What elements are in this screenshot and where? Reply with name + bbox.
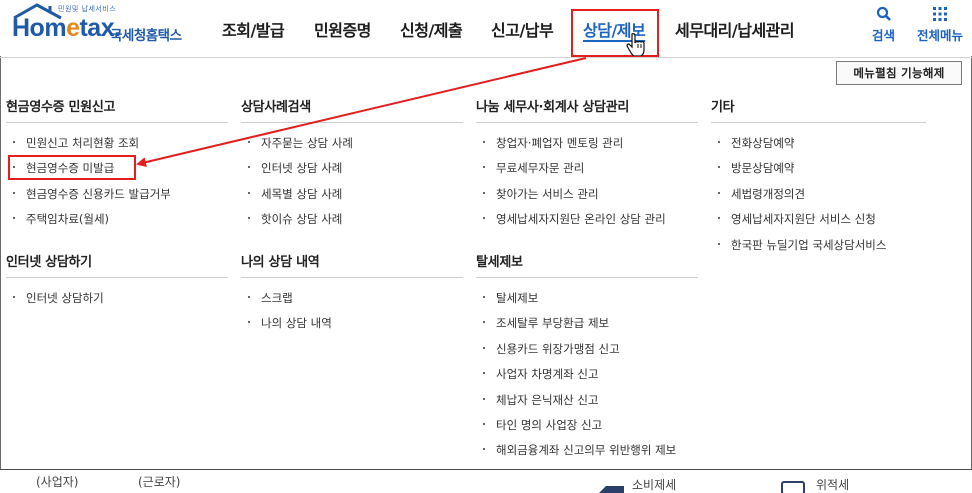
section-title: 인터넷 상담하기 <box>6 251 228 278</box>
underlying-page-strip: (사업자) (근로자) 소비제세 위적세 <box>0 469 972 493</box>
hand-cursor-icon <box>626 33 645 56</box>
nav-item-tax-agent[interactable]: 세무대리/납세관리 <box>675 17 795 41</box>
menu-item-internet-consult[interactable]: 인터넷 상담하기 <box>6 290 228 315</box>
strip-text: 소비제세 <box>632 478 677 492</box>
menu-item-scrap[interactable]: 스크랩 <box>241 290 463 315</box>
menu-section-etc: 기타 전화상담예약 방문상담예약 세법령개정의견 영세납세자지원단 서비스 신청… <box>711 96 926 262</box>
grid-menu-icon <box>933 7 947 21</box>
menu-item-new-deal-consult[interactable]: 한국판 뉴딜기업 국세상담서비스 <box>711 237 926 262</box>
nav-item-inquiry[interactable]: 조회/발급 <box>222 17 285 41</box>
nav-item-application[interactable]: 신청/제출 <box>400 17 463 41</box>
header-divider <box>0 57 972 58</box>
menu-item-online-consult-mgmt[interactable]: 영세납세자지원단 온라인 상담 관리 <box>476 211 698 236</box>
menu-item-hidden-assets[interactable]: 체납자 은닉재산 신고 <box>476 392 698 417</box>
document-icon <box>599 486 624 493</box>
menu-item-phone-reservation[interactable]: 전화상담예약 <box>711 135 926 160</box>
strip-text: 위적세 <box>816 478 850 492</box>
menu-item-visiting-service[interactable]: 찾아가는 서비스 관리 <box>476 186 698 211</box>
hometax-logo[interactable]: 민원및 납세서비스 Hometax. 국세청홈택스 <box>6 2 196 50</box>
menu-item-visit-reservation[interactable]: 방문상담예약 <box>711 160 926 185</box>
logo-service-name: 국세청홈택스 <box>110 28 182 44</box>
logo-tagline: 민원및 납세서비스 <box>58 5 117 13</box>
strip-text: (근로자) <box>138 475 181 489</box>
menu-item-startup-mentoring[interactable]: 창업자·폐업자 멘토링 관리 <box>476 135 698 160</box>
nav-item-filing[interactable]: 신고/납부 <box>491 17 554 41</box>
logo-brand: Hometax. <box>12 14 121 42</box>
menu-collapse-toggle-button[interactable]: 메뉴펼침 기능해제 <box>836 61 962 85</box>
menu-item-hot-issue-cases[interactable]: 핫이슈 상담 사례 <box>241 211 463 236</box>
menu-section-case-search: 상담사례검색 자주묻는 상담 사례 인터넷 상담 사례 세목별 상담 사례 핫이… <box>241 96 463 237</box>
section-title: 상담사례검색 <box>241 96 463 123</box>
menu-section-sharing-advisor: 나눔 세무사·회계사 상담관리 창업자·폐업자 멘토링 관리 무료세무자문 관리… <box>476 96 698 237</box>
section-title: 현금영수증 민원신고 <box>6 96 228 123</box>
menu-item-fake-card-merchant[interactable]: 신용카드 위장가맹점 신고 <box>476 341 698 366</box>
menu-item-internet-cases[interactable]: 인터넷 상담 사례 <box>241 160 463 185</box>
all-menu-button[interactable]: 전체메뉴 <box>917 6 963 44</box>
header: 민원및 납세서비스 Hometax. 국세청홈택스 조회/발급 민원증명 신청/… <box>0 0 972 57</box>
menu-item-free-tax-advice[interactable]: 무료세무자문 관리 <box>476 160 698 185</box>
menu-item-overseas-account[interactable]: 해외금융계좌 신고의무 위반행위 제보 <box>476 442 698 467</box>
menu-item-highlight-box <box>8 155 136 180</box>
section-title: 기타 <box>711 96 926 123</box>
menu-item-faq-cases[interactable]: 자주묻는 상담 사례 <box>241 135 463 160</box>
menu-item-card-refusal[interactable]: 현금영수증 신용카드 발급거부 <box>6 186 228 211</box>
nav-item-certificate[interactable]: 민원증명 <box>314 17 371 41</box>
search-icon <box>876 6 891 21</box>
menu-item-law-revision-opinion[interactable]: 세법령개정의견 <box>711 186 926 211</box>
menu-item-tax-evasion[interactable]: 탈세제보 <box>476 290 698 315</box>
search-label: 검색 <box>872 28 896 43</box>
menu-section-my-consult: 나의 상담 내역 스크랩 나의 상담 내역 <box>241 251 463 341</box>
menu-section-tax-evasion-report: 탈세제보 탈세제보 조세탈루 부당환급 제보 신용카드 위장가맹점 신고 사업자… <box>476 251 698 468</box>
menu-item-improper-refund[interactable]: 조세탈루 부당환급 제보 <box>476 315 698 340</box>
menu-item-support-team-apply[interactable]: 영세납세자지원단 서비스 신청 <box>711 211 926 236</box>
search-button[interactable]: 검색 <box>872 6 895 44</box>
section-title: 나눔 세무사·회계사 상담관리 <box>476 96 698 123</box>
section-title: 탈세제보 <box>476 251 698 278</box>
strip-text: (사업자) <box>36 475 79 489</box>
all-menu-label: 전체메뉴 <box>917 28 964 43</box>
menu-item-borrowed-account[interactable]: 사업자 차명계좌 신고 <box>476 366 698 391</box>
menu-section-internet-consult: 인터넷 상담하기 인터넷 상담하기 <box>6 251 228 315</box>
menu-item-borrowed-name-business[interactable]: 타인 명의 사업장 신고 <box>476 417 698 442</box>
phone-icon <box>781 481 805 493</box>
section-title: 나의 상담 내역 <box>241 251 463 278</box>
menu-item-my-consult-history[interactable]: 나의 상담 내역 <box>241 315 463 340</box>
menu-item-tax-type-cases[interactable]: 세목별 상담 사례 <box>241 186 463 211</box>
menu-item-monthly-rent[interactable]: 주택임차료(월세) <box>6 211 228 236</box>
